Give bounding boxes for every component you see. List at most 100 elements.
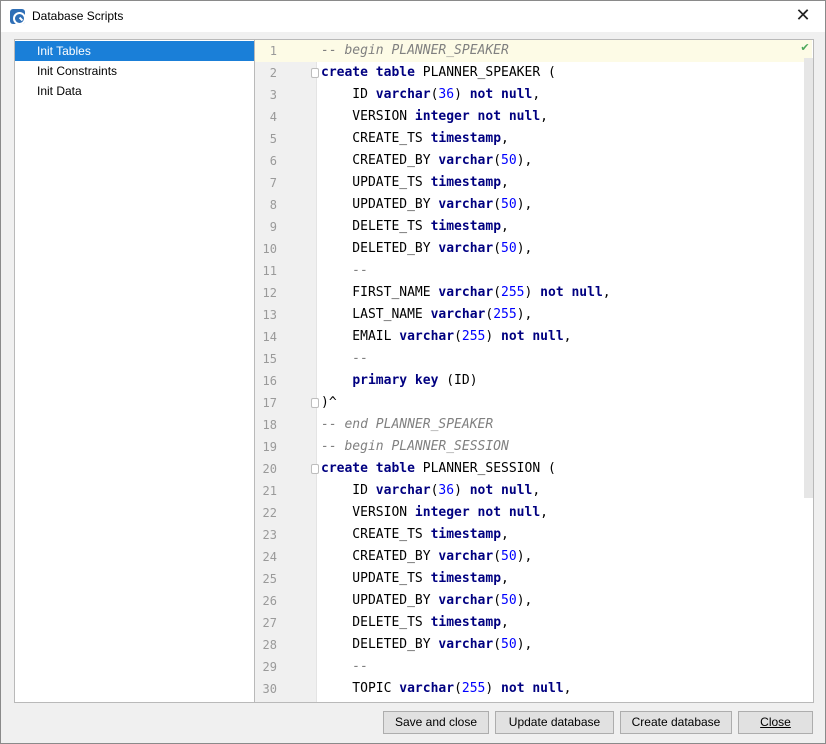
code-token: , [540, 505, 548, 520]
code-line[interactable]: 20 create table PLANNER_SESSION ( [255, 458, 812, 480]
code-line[interactable]: 22 VERSION integer not null, [255, 502, 812, 524]
code-text: primary key (ID) [321, 370, 477, 392]
line-number: 11 [262, 264, 277, 278]
create-database-button[interactable]: Create database [620, 711, 732, 734]
code-token: ( [454, 329, 462, 344]
fold-toggle-icon[interactable] [311, 398, 319, 408]
code-token: ) [485, 681, 502, 696]
script-item-init-constraints[interactable]: Init Constraints [15, 61, 254, 81]
code-line[interactable]: 19 -- begin PLANNER_SESSION [255, 436, 812, 458]
code-line[interactable]: 7 UPDATE_TS timestamp, [255, 172, 812, 194]
code-line[interactable]: 30 TOPIC varchar(255) not null, [255, 678, 812, 700]
code-token: ), [516, 637, 533, 652]
code-line[interactable]: 12 FIRST_NAME varchar(255) not null, [255, 282, 812, 304]
code-text: -- begin PLANNER_SPEAKER [321, 40, 509, 62]
code-token: varchar [438, 153, 494, 168]
dialog-window: Database Scripts ✕ Init Tables Init Cons… [0, 0, 826, 744]
save-and-close-button[interactable]: Save and close [383, 711, 489, 734]
line-number: 4 [269, 110, 277, 124]
code-line[interactable]: 15 -- [255, 348, 812, 370]
code-text: create table PLANNER_SESSION ( [321, 458, 556, 480]
code-token: ), [516, 197, 533, 212]
script-item-init-tables[interactable]: Init Tables [15, 41, 254, 61]
code-line[interactable]: 6 CREATED_BY varchar(50), [255, 150, 812, 172]
code-line[interactable]: 17)^ [255, 392, 812, 414]
code-line[interactable]: 23 CREATE_TS timestamp, [255, 524, 812, 546]
code-line[interactable]: 8 UPDATED_BY varchar(50), [255, 194, 812, 216]
code-line[interactable]: 4 VERSION integer not null, [255, 106, 812, 128]
code-line[interactable]: 16 primary key (ID) [255, 370, 812, 392]
code-text: UPDATED_BY varchar(50), [321, 194, 532, 216]
close-button[interactable]: Close [738, 711, 813, 734]
code-line[interactable]: 24 CREATED_BY varchar(50), [255, 546, 812, 568]
line-number: 30 [262, 682, 277, 696]
code-line[interactable]: 26 UPDATED_BY varchar(50), [255, 590, 812, 612]
line-number: 12 [262, 286, 277, 300]
code-text: UPDATED_BY varchar(50), [321, 590, 532, 612]
code-token: UPDATE_TS [321, 571, 431, 586]
line-number: 9 [269, 220, 277, 234]
code-line[interactable]: 2 create table PLANNER_SPEAKER ( [255, 62, 812, 84]
fold-toggle-icon[interactable] [311, 464, 319, 474]
code-token: , [563, 329, 572, 344]
code-token: ( [493, 593, 502, 608]
code-token: DELETED_BY [321, 241, 439, 256]
code-token: varchar [438, 593, 494, 608]
line-number: 10 [262, 242, 277, 256]
code-line[interactable]: 10 DELETED_BY varchar(50), [255, 238, 812, 260]
line-number: 27 [262, 616, 277, 630]
code-token: 50 [501, 197, 517, 212]
code-token: -- begin PLANNER_SPEAKER [321, 43, 509, 58]
code-line[interactable]: 1 -- begin PLANNER_SPEAKER [255, 40, 812, 62]
code-line[interactable]: 11 -- [255, 260, 812, 282]
update-database-button[interactable]: Update database [495, 711, 614, 734]
code-token: PLANNER_SESSION ( [414, 461, 556, 476]
code-token: DELETE_TS [321, 615, 431, 630]
code-token: CREATE_TS [321, 131, 431, 146]
code-line[interactable]: 14 EMAIL varchar(255) not null, [255, 326, 812, 348]
code-text: -- begin PLANNER_SESSION [321, 436, 509, 458]
code-token: , [532, 87, 541, 102]
code-line[interactable]: 28 DELETED_BY varchar(50), [255, 634, 812, 656]
sql-editor[interactable]: 1 -- begin PLANNER_SPEAKER 2 create table P… [255, 39, 814, 703]
code-line[interactable]: 18 -- end PLANNER_SPEAKER [255, 414, 812, 436]
line-number: 13 [262, 308, 277, 322]
line-number: 6 [269, 154, 277, 168]
code-token: , [501, 219, 509, 234]
line-number: 23 [262, 528, 277, 542]
code-text: -- [321, 260, 368, 282]
code-token: ID [321, 87, 376, 102]
code-token: -- [321, 351, 368, 366]
code-token: ), [516, 153, 533, 168]
code-text: VERSION integer not null, [321, 106, 548, 128]
code-token: VERSION [321, 505, 415, 520]
code-token: )^ [321, 395, 337, 410]
code-token: varchar [375, 483, 431, 498]
code-text: DELETE_TS timestamp, [321, 216, 509, 238]
code-token: , [602, 285, 611, 300]
code-token: 50 [501, 637, 517, 652]
code-token: timestamp [430, 175, 502, 190]
code-token: ), [516, 307, 533, 322]
code-token: 36 [438, 483, 455, 498]
code-line[interactable]: 27 DELETE_TS timestamp, [255, 612, 812, 634]
line-number: 24 [262, 550, 277, 564]
code-line[interactable]: 29 -- [255, 656, 812, 678]
fold-toggle-icon[interactable] [311, 68, 319, 78]
close-icon[interactable]: ✕ [795, 7, 811, 25]
code-token: , [501, 615, 509, 630]
code-token: 255 [461, 681, 486, 696]
code-token: create table [321, 461, 415, 476]
script-item-init-data[interactable]: Init Data [15, 81, 254, 101]
code-line[interactable]: 21 ID varchar(36) not null, [255, 480, 812, 502]
vertical-scrollbar[interactable] [804, 58, 813, 498]
code-line[interactable]: 3 ID varchar(36) not null, [255, 84, 812, 106]
code-token: not null [501, 681, 564, 696]
code-line[interactable]: 25 UPDATE_TS timestamp, [255, 568, 812, 590]
code-line[interactable]: 13 LAST_NAME varchar(255), [255, 304, 812, 326]
code-line[interactable]: 5 CREATE_TS timestamp, [255, 128, 812, 150]
line-number: 25 [262, 572, 277, 586]
code-line[interactable]: 9 DELETE_TS timestamp, [255, 216, 812, 238]
code-token: CREATE_TS [321, 527, 431, 542]
code-token: , [501, 571, 509, 586]
